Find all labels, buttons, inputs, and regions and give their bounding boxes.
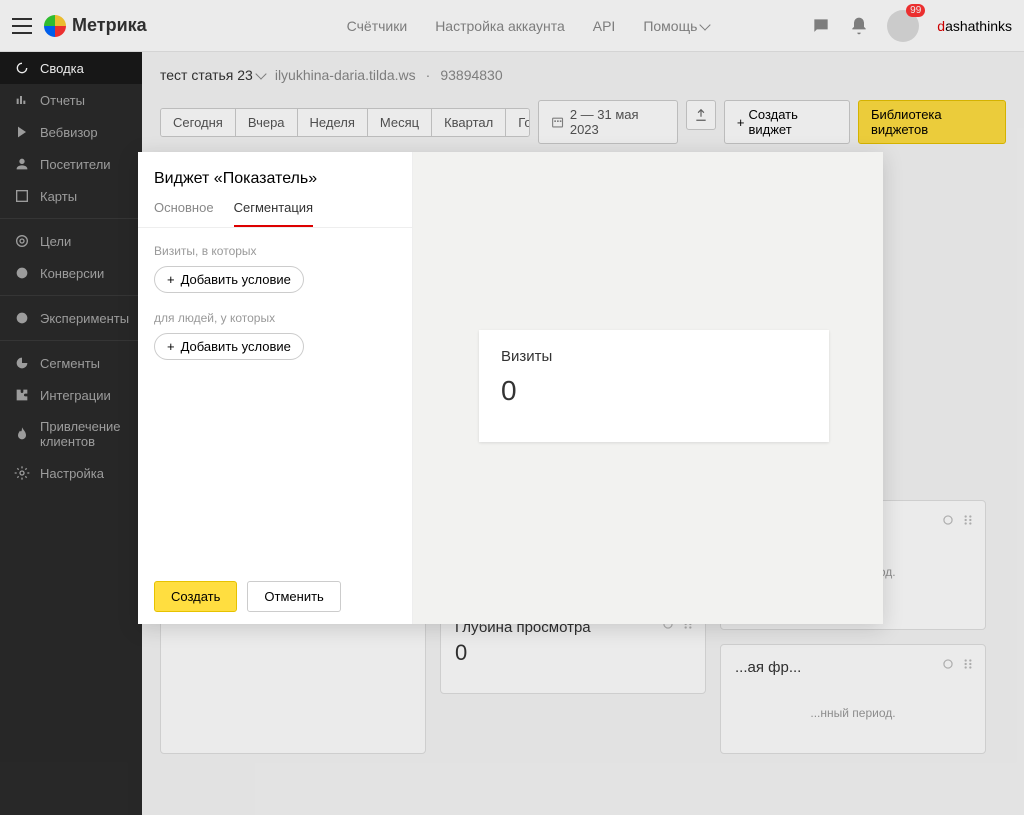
tab-segmentation[interactable]: Сегментация: [234, 200, 314, 227]
preview-title: Визиты: [501, 348, 807, 365]
section-visits-label: Визиты, в которых: [154, 244, 396, 258]
modal-preview-panel: Визиты 0: [413, 152, 883, 624]
modal-tabs: Основное Сегментация: [138, 200, 412, 228]
tab-main[interactable]: Основное: [154, 200, 214, 227]
modal-footer: Создать Отменить: [138, 569, 412, 624]
preview-card: Визиты 0: [479, 330, 829, 442]
modal-body: Визиты, в которых + Добавить условие для…: [138, 228, 412, 569]
create-button[interactable]: Создать: [154, 581, 237, 612]
add-condition-people[interactable]: + Добавить условие: [154, 333, 304, 360]
plus-icon: +: [167, 272, 175, 287]
plus-icon: +: [167, 339, 175, 354]
preview-value: 0: [501, 375, 807, 407]
section-people-label: для людей, у которых: [154, 311, 396, 325]
add-condition-visits[interactable]: + Добавить условие: [154, 266, 304, 293]
modal-title: Виджет «Показатель»: [138, 152, 412, 200]
cancel-button[interactable]: Отменить: [247, 581, 340, 612]
widget-modal: Виджет «Показатель» Основное Сегментация…: [138, 152, 883, 624]
modal-left-panel: Виджет «Показатель» Основное Сегментация…: [138, 152, 413, 624]
